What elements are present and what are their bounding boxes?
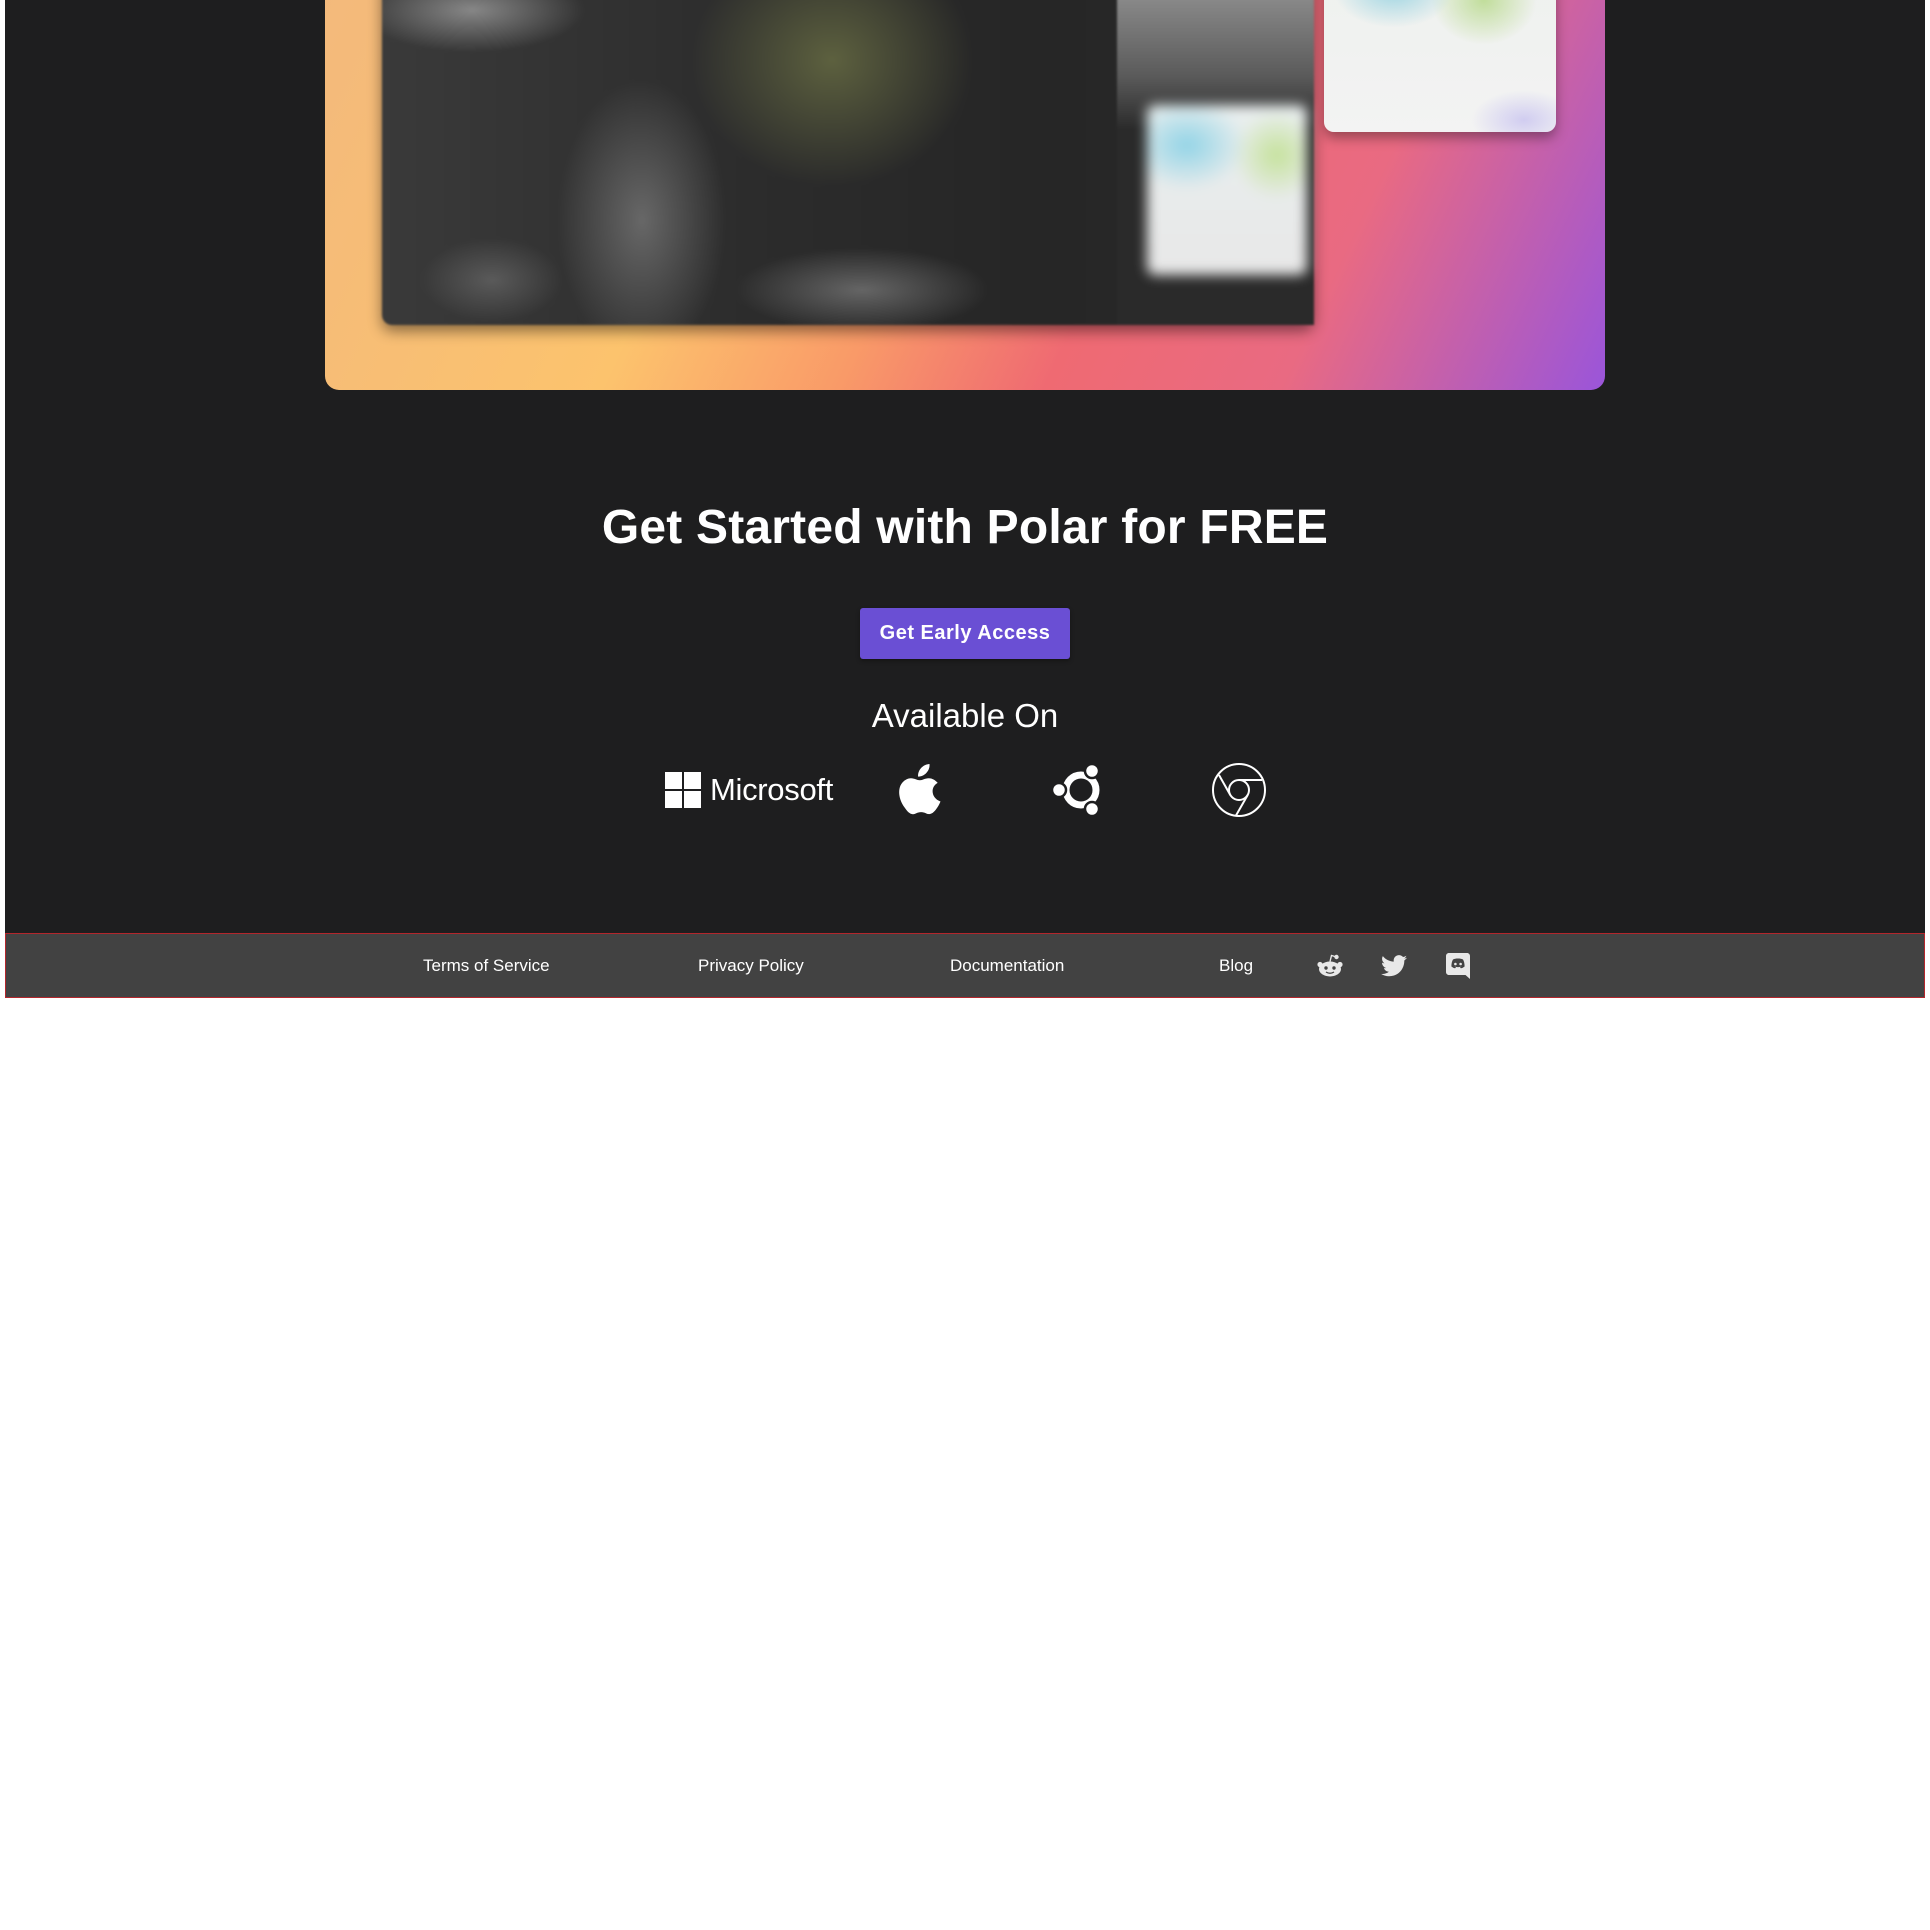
cta-title: Get Started with Polar for FREE	[601, 501, 1329, 554]
apple-logo-icon	[899, 764, 941, 815]
platform-list: Microsoft	[0, 755, 1930, 825]
ubuntu-logo-icon	[1053, 762, 1101, 818]
get-early-access-button[interactable]: Get Early Access	[860, 608, 1070, 659]
site-footer: Terms of Service Privacy Policy Document…	[5, 933, 1925, 998]
platform-chrome[interactable]	[1208, 755, 1270, 825]
reddit-link[interactable]	[1317, 953, 1343, 979]
screenshot-thumbnail	[1147, 105, 1307, 275]
twitter-link[interactable]	[1381, 953, 1407, 979]
hero-gradient-frame	[325, 0, 1605, 390]
platform-apple[interactable]	[890, 755, 952, 825]
footer-link-documentation[interactable]: Documentation	[950, 934, 1064, 997]
discord-link[interactable]	[1445, 953, 1471, 979]
app-screenshot-secondary	[1324, 0, 1556, 132]
footer-link-blog[interactable]: Blog	[1219, 934, 1253, 997]
twitter-icon	[1381, 955, 1407, 977]
footer-link-terms[interactable]: Terms of Service	[423, 934, 550, 997]
reddit-icon	[1317, 954, 1343, 977]
microsoft-wordmark: Microsoft	[709, 772, 834, 807]
page: Get Started with Polar for FREE Get Earl…	[0, 0, 1930, 1930]
platform-ubuntu[interactable]	[1048, 755, 1114, 825]
platform-microsoft[interactable]: Microsoft	[664, 755, 834, 825]
app-screenshot-main	[382, 0, 1314, 325]
screenshot-side-pane	[1117, 0, 1314, 325]
available-on-label: Available On	[871, 697, 1059, 734]
chrome-logo-icon	[1212, 763, 1266, 817]
discord-icon	[1446, 953, 1470, 979]
microsoft-logo-icon	[664, 772, 701, 808]
footer-link-privacy[interactable]: Privacy Policy	[698, 934, 804, 997]
